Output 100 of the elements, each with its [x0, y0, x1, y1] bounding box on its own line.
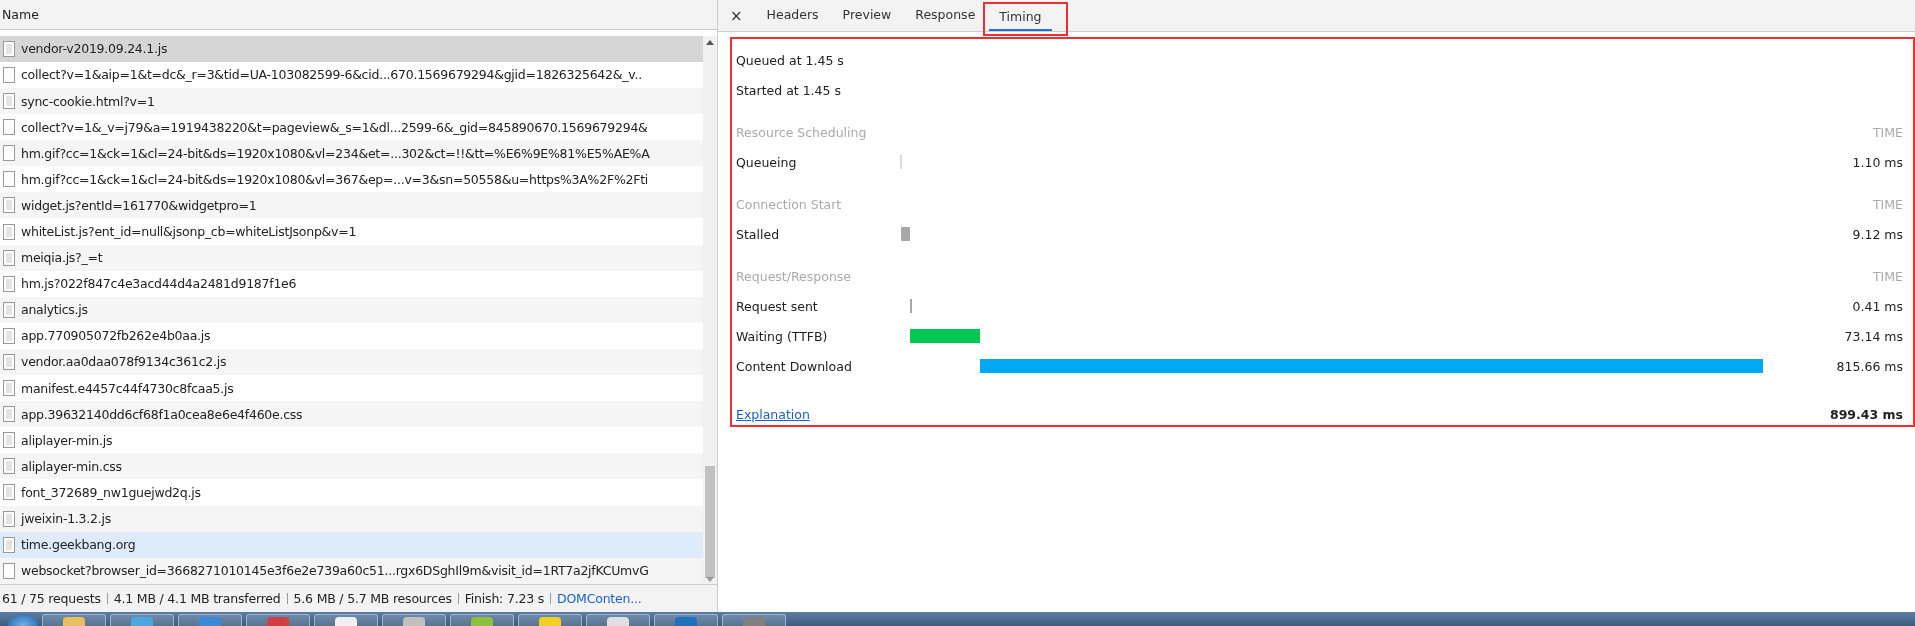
total-time: 899.43 ms: [1829, 406, 1903, 422]
column-header[interactable]: Name: [2, 6, 39, 22]
status-text: 61 / 75 requests: [2, 593, 108, 605]
request-name: jweixin-1.3.2.js: [21, 511, 111, 527]
taskbar-button[interactable]: [382, 614, 446, 626]
request-name: whiteList.js?ent_id=null&jsonp_cb=whiteListJsonp&v=1: [21, 224, 357, 239]
duration-text: 73.14 ms: [1843, 328, 1903, 344]
request-row[interactable]: analytics.js: [0, 296, 703, 323]
scrollbar[interactable]: [703, 35, 717, 585]
tab[interactable]: Response: [905, 0, 986, 31]
request-row[interactable]: sync-cookie.html?v=1: [0, 88, 703, 115]
taskbar-button[interactable]: [178, 614, 242, 626]
duration-text: 815.66 ms: [1835, 358, 1903, 374]
request-row[interactable]: vendor-v2019.09.24.1.js: [0, 35, 703, 62]
close-button[interactable]: ×: [730, 6, 743, 25]
taskbar-button[interactable]: [450, 614, 514, 626]
status-text: 4.1 MB / 4.1 MB transferred: [107, 593, 288, 605]
request-row[interactable]: collect?v=1&aip=1&t=dc&_r=3&tid=UA-103082599-6&cid...670.1569679294&gjid=1826325642&_v..: [0, 61, 703, 88]
document-icon: [3, 406, 15, 423]
request-row[interactable]: websocket?browser_id=3668271010145e3f6e2e739a60c51...rgx6DSghIl9m&visit_id=1RT7a2jfKCUmvG: [0, 557, 703, 584]
document-icon: [3, 380, 15, 397]
phase-label: Content Download: [736, 358, 853, 374]
status-link[interactable]: DOMConten...: [551, 591, 642, 607]
request-name: aliplayer-min.css: [21, 458, 122, 474]
duration-text: 1.10 ms: [1851, 154, 1903, 170]
taskbar-button[interactable]: [722, 614, 786, 626]
document-icon: [3, 458, 15, 475]
request-name: vendor-v2019.09.24.1.js: [21, 41, 168, 57]
phase-label: Request sent: [736, 298, 819, 314]
request-row[interactable]: hm.gif?cc=1&ck=1&cl=24-bit&ds=1920x1080&vl=234&et=...302&ct=!!&tt=%E6%9E%81%E5%AE%A: [0, 140, 703, 167]
request-row[interactable]: manifest.e4457c44f4730c8fcaa5.js: [0, 375, 703, 402]
document-icon: [3, 301, 15, 318]
request-name: sync-cookie.html?v=1: [21, 93, 155, 109]
status-text: Finish: 7.23 s: [458, 593, 551, 605]
duration-text: 0.41 ms: [1851, 298, 1903, 314]
request-name: hm.gif?cc=1&ck=1&cl=24-bit&ds=1920x1080&vl=367&ep=...v=3&sn=50558&u=https%3A%2F%2Fti: [21, 171, 649, 187]
taskbar-button[interactable]: [314, 614, 378, 626]
document-icon: [3, 93, 15, 110]
request-row[interactable]: widget.js?entId=161770&widgetpro=1: [0, 192, 703, 219]
file-icon: [3, 171, 15, 188]
taskbar-button[interactable]: [586, 614, 650, 626]
request-name: hm.gif?cc=1&ck=1&cl=24-bit&ds=1920x1080&vl=234&et=...302&ct=!!&tt=%E6%9E%81%E5%AE%A: [21, 145, 650, 161]
scroll-up-icon[interactable]: [706, 39, 714, 45]
request-name: app.39632140dd6cf68f1a0cea8e6e4f460e.css: [21, 406, 303, 422]
taskbar-button[interactable]: [518, 614, 582, 626]
request-row[interactable]: vendor.aa0daa078f9134c361c2.js: [0, 348, 703, 376]
request-row[interactable]: time.geekbang.org: [0, 531, 703, 558]
request-row[interactable]: app.39632140dd6cf68f1a0cea8e6e4f460e.css: [0, 401, 703, 428]
time-heading: TIME: [1873, 268, 1903, 284]
tab[interactable]: Timing: [989, 4, 1052, 31]
file-icon: [3, 66, 15, 83]
request-name: vendor.aa0daa078f9134c361c2.js: [21, 354, 227, 370]
document-icon: [3, 536, 15, 553]
time-heading: TIME: [1873, 124, 1903, 140]
request-name: font_372689_nw1guejwd2q.js: [21, 484, 201, 500]
request-name: collect?v=1&_v=j79&a=1919438220&t=pageview&_s=1&dl...2599-6&_gid=845890670.1569679294&: [21, 119, 648, 135]
queued-text: Queued at 1.45 s: [736, 52, 844, 68]
request-name: collect?v=1&aip=1&t=dc&_r=3&tid=UA-103082599-6&cid...670.1569679294&gjid=1826325642&_v..: [21, 67, 642, 83]
document-icon: [3, 327, 15, 344]
request-row[interactable]: hm.gif?cc=1&ck=1&cl=24-bit&ds=1920x1080&vl=367&ep=...v=3&sn=50558&u=https%3A%2F%2Fti: [0, 166, 703, 193]
document-icon: [3, 223, 15, 240]
document-icon: [3, 510, 15, 527]
request-row[interactable]: collect?v=1&_v=j79&a=1919438220&t=pageview&_s=1&dl...2599-6&_gid=845890670.1569679294&: [0, 114, 703, 141]
request-row[interactable]: aliplayer-min.js: [0, 427, 703, 454]
taskbar-button[interactable]: [110, 614, 174, 626]
section-title: Connection Start: [736, 196, 842, 212]
document-icon: [3, 354, 15, 370]
document-icon: [3, 432, 15, 449]
section-title: Request/Response: [736, 268, 852, 284]
request-name: meiqia.js?_=t: [21, 250, 103, 266]
file-icon: [3, 119, 15, 136]
document-icon: [3, 484, 15, 501]
request-row[interactable]: aliplayer-min.css: [0, 453, 703, 480]
request-row[interactable]: meiqia.js?_=t: [0, 244, 703, 271]
file-icon: [3, 562, 15, 579]
document-icon: [3, 197, 15, 214]
time-heading: TIME: [1873, 196, 1903, 212]
request-name: aliplayer-min.js: [21, 432, 113, 448]
tab[interactable]: Headers: [756, 0, 829, 31]
request-name: widget.js?entId=161770&widgetpro=1: [21, 197, 257, 213]
request-row[interactable]: app.770905072fb262e4b0aa.js: [0, 322, 703, 349]
request-name: analytics.js: [21, 302, 88, 318]
explanation-link[interactable]: Explanation: [736, 406, 810, 422]
tab[interactable]: Preview: [832, 0, 902, 31]
scroll-thumb[interactable]: [705, 465, 715, 578]
duration-text: 9.12 ms: [1851, 226, 1903, 242]
request-name: websocket?browser_id=3668271010145e3f6e2e739a60c51...rgx6DSghIl9m&visit_id=1RT7a2jfKCUmvG: [21, 563, 649, 579]
section-title: Resource Scheduling: [736, 124, 867, 140]
taskbar-button[interactable]: [42, 614, 106, 626]
request-row[interactable]: font_372689_nw1guejwd2q.js: [0, 479, 703, 506]
request-row[interactable]: whiteList.js?ent_id=null&jsonp_cb=whiteListJsonp&v=1: [0, 218, 703, 245]
taskbar-button[interactable]: [654, 614, 718, 626]
phase-label: Stalled: [736, 226, 781, 242]
request-name: time.geekbang.org: [21, 537, 136, 553]
taskbar-button[interactable]: [246, 614, 310, 626]
file-icon: [3, 145, 15, 162]
document-icon: [3, 40, 15, 57]
request-row[interactable]: hm.js?022f847c4e3acd44d4a2481d9187f1e6: [0, 270, 703, 297]
request-name: manifest.e4457c44f4730c8fcaa5.js: [21, 380, 234, 396]
request-row[interactable]: jweixin-1.3.2.js: [0, 505, 703, 532]
